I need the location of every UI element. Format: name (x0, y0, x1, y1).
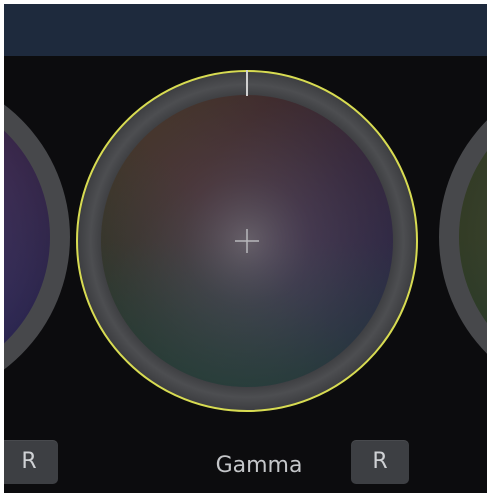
color-wheel-gamma[interactable] (72, 66, 422, 416)
reset-button-gamma[interactable]: R (351, 440, 409, 484)
color-wheels-panel: R Gamma R (4, 4, 487, 493)
wheel-label-gamma: Gamma (215, 453, 303, 478)
color-wheel-right[interactable] (430, 70, 487, 410)
screenshot-stage: R Gamma R (0, 0, 489, 495)
panel-header-bar (4, 4, 487, 56)
color-wheel-left[interactable] (4, 70, 74, 400)
reset-button-left[interactable]: R (4, 440, 58, 484)
